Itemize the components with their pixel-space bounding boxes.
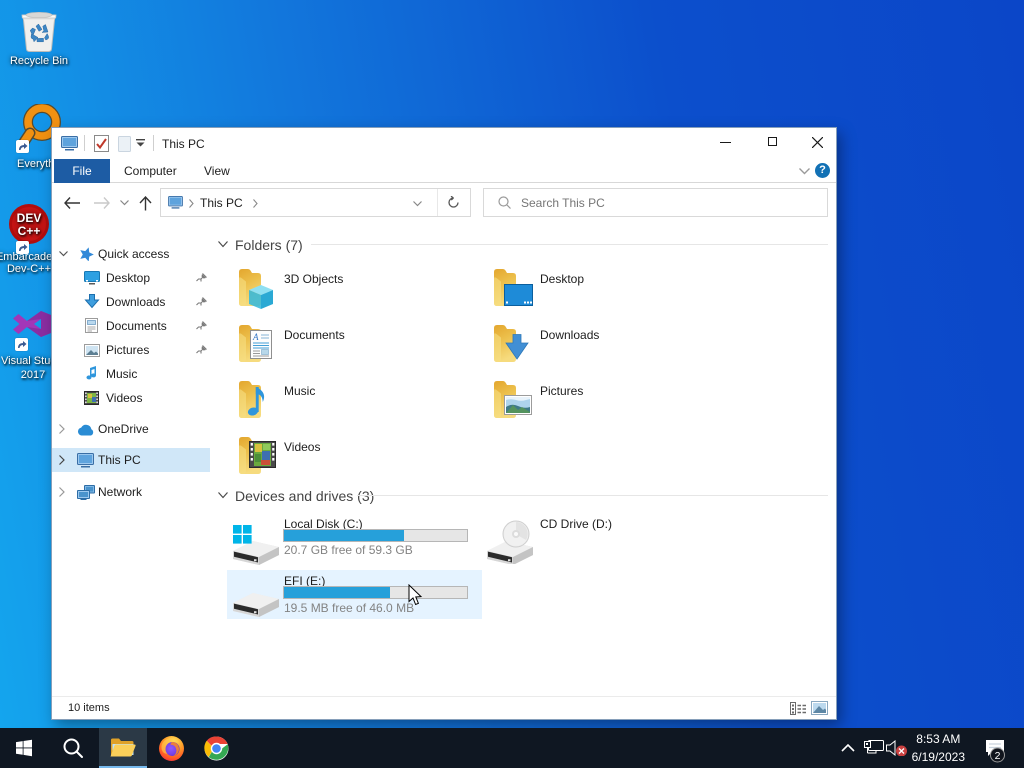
- svg-text:C++: C++: [18, 224, 41, 238]
- svg-text:2: 2: [995, 750, 1001, 762]
- svg-text:A: A: [252, 332, 259, 342]
- svg-text:DEV: DEV: [17, 211, 42, 225]
